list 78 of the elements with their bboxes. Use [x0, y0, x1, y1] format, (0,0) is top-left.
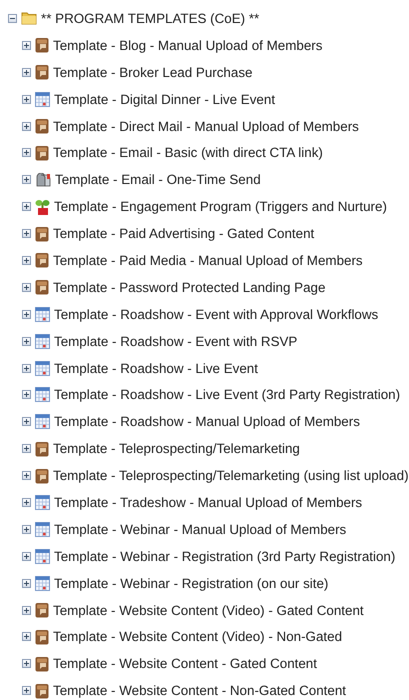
tree-item[interactable]: Template - Teleprospecting/Telemarketing [53, 441, 300, 456]
tree-item[interactable]: Template - Roadshow - Event with RSVP [54, 334, 298, 349]
calendar-icon [35, 334, 50, 349]
tree-item[interactable]: Template - Password Protected Landing Page [53, 280, 326, 295]
expand-button[interactable] [22, 336, 31, 346]
box-icon [35, 440, 49, 457]
tree-item[interactable]: Template - Digital Dinner - Live Event [54, 92, 276, 107]
collapse-button[interactable] [8, 14, 17, 23]
expand-button[interactable] [22, 202, 31, 212]
tree-item[interactable]: Template - Direct Mail - Manual Upload of Members [53, 118, 359, 134]
tree-item[interactable]: Template - Webinar - Registration (3rd Party Registration) [54, 548, 396, 564]
calendar-icon [35, 360, 50, 376]
expand-button[interactable] [22, 364, 31, 373]
calendar-icon [35, 576, 50, 591]
calendar-icon [35, 414, 50, 430]
tree-item[interactable]: Template - Roadshow - Manual Upload of Members [54, 414, 360, 430]
tree-item[interactable]: Template - Engagement Program (Triggers and Nurture) [54, 199, 387, 214]
expand-button[interactable] [22, 659, 31, 668]
box-icon [35, 37, 49, 54]
expand-button[interactable] [22, 390, 31, 400]
expand-button[interactable] [22, 498, 31, 507]
box-icon [35, 468, 49, 484]
expand-button[interactable] [22, 175, 31, 184]
tree-item[interactable]: Template - Tradeshow - Manual Upload of Members [54, 494, 362, 510]
plant-icon [35, 198, 50, 215]
box-icon [35, 628, 49, 645]
expand-button[interactable] [22, 310, 31, 319]
tree-item[interactable]: ** PROGRAM TEMPLATES (CoE) ** [41, 10, 260, 26]
calendar-icon [35, 387, 50, 402]
expand-button[interactable] [22, 632, 31, 642]
box-icon [35, 226, 49, 242]
expand-button[interactable] [22, 578, 31, 588]
expand-button[interactable] [22, 471, 31, 480]
expand-button[interactable] [22, 40, 31, 50]
tree-item[interactable]: Template - Webinar - Registration (on our site) [54, 576, 328, 591]
tree-item[interactable]: Template - Roadshow - Event with Approval Workflows [54, 306, 378, 322]
expand-button[interactable] [22, 282, 31, 292]
expand-button[interactable] [22, 686, 31, 696]
folder-icon [21, 11, 37, 26]
tree-item[interactable]: Template - Blog - Manual Upload of Members [53, 38, 322, 53]
tree-item[interactable]: Template - Teleprospecting/Telemarketing (using list upload) [53, 468, 409, 484]
expand-button[interactable] [22, 94, 31, 104]
tree-item[interactable]: Template - Email - Basic (with direct CTA link) [53, 145, 323, 160]
expand-button[interactable] [22, 444, 31, 454]
expand-button[interactable] [22, 148, 31, 158]
box-icon [35, 279, 49, 296]
tree-item[interactable]: Template - Roadshow - Live Event [54, 360, 258, 376]
box-icon [35, 682, 49, 699]
calendar-icon [35, 522, 50, 537]
expand-button[interactable] [22, 606, 31, 615]
box-icon [35, 656, 49, 672]
tree-item[interactable]: Template - Email - One-Time Send [55, 172, 261, 188]
expand-button[interactable] [22, 122, 31, 130]
expand-button[interactable] [22, 552, 31, 561]
box-icon [35, 144, 49, 161]
calendar-icon [35, 306, 50, 322]
calendar-icon [35, 548, 50, 564]
box-icon [35, 118, 49, 134]
tree-item[interactable]: Template - Website Content - Non-Gated Content [53, 683, 346, 698]
mailbox-icon [35, 172, 51, 187]
calendar-icon [35, 494, 50, 510]
tree-item[interactable]: Template - Paid Advertising - Gated Content [53, 226, 314, 242]
tree-item[interactable]: Template - Website Content - Gated Content [53, 656, 317, 672]
box-icon [35, 64, 49, 80]
box-icon [35, 602, 49, 618]
tree-item[interactable]: Template - Website Content (Video) - Non-Gated [53, 629, 342, 644]
expand-button[interactable] [22, 256, 31, 265]
tree-item[interactable]: Template - Website Content (Video) - Gated Content [53, 602, 364, 618]
box-icon [35, 252, 49, 268]
expand-button[interactable] [22, 68, 31, 77]
tree-item[interactable]: Template - Broker Lead Purchase [53, 64, 252, 80]
tree-item[interactable]: Template - Webinar - Manual Upload of Members [54, 522, 346, 537]
tree-item[interactable]: Template - Paid Media - Manual Upload of Members [53, 252, 363, 268]
expand-button[interactable] [22, 417, 31, 426]
calendar-icon [35, 92, 50, 107]
expand-button[interactable] [22, 229, 31, 238]
tree-item[interactable]: Template - Roadshow - Live Event (3rd Party Registration) [54, 387, 400, 402]
expand-button[interactable] [22, 524, 31, 534]
